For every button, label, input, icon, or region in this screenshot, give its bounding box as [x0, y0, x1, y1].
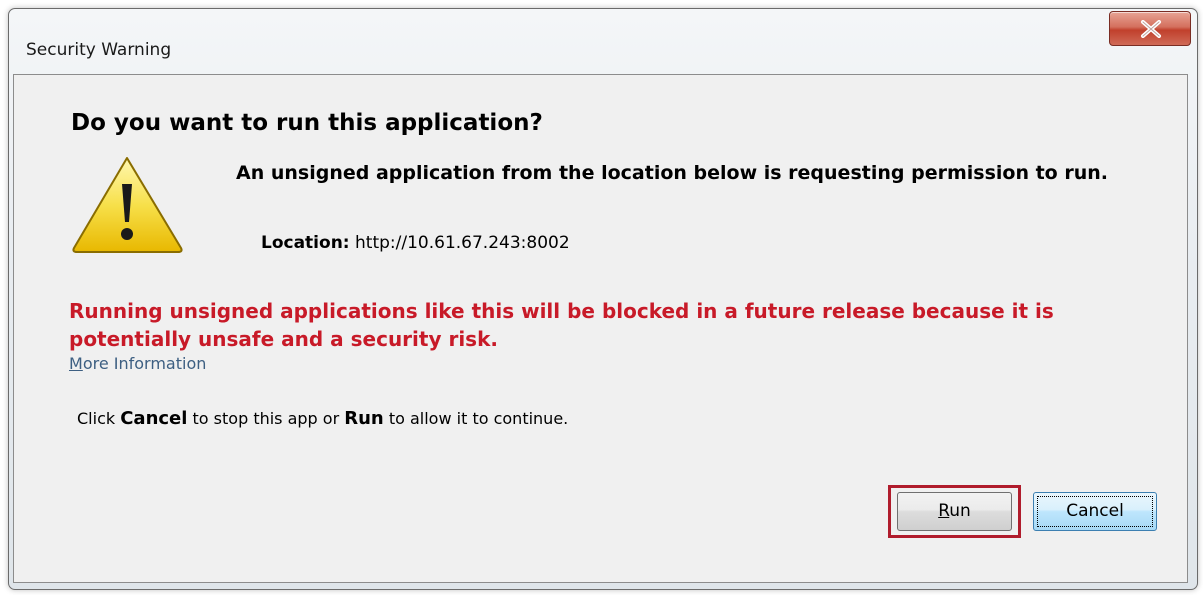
- instruction-text: Click Cancel to stop this app or Run to …: [77, 408, 568, 429]
- instruction-part1: Click: [77, 409, 121, 428]
- run-button[interactable]: Run: [897, 492, 1012, 531]
- warning-triangle-icon: [72, 157, 183, 253]
- instruction-part3: to allow it to continue.: [383, 409, 569, 428]
- window-title: Security Warning: [26, 40, 172, 60]
- run-access-key: R: [938, 501, 950, 521]
- location-row: Location: http://10.61.67.243:8002: [261, 233, 570, 253]
- cancel-button[interactable]: Cancel: [1033, 492, 1157, 531]
- more-info-text: ore Information: [82, 354, 207, 373]
- dialog-body: Do you want to run this application? An …: [13, 74, 1188, 583]
- instruction-run-word: Run: [344, 408, 384, 429]
- more-information-link[interactable]: More Information: [69, 354, 206, 373]
- request-message: An unsigned application from the locatio…: [236, 162, 1108, 184]
- dialog-heading: Do you want to run this application?: [71, 110, 543, 136]
- instruction-cancel-word: Cancel: [120, 408, 188, 429]
- cancel-button-label: Cancel: [1066, 501, 1124, 521]
- more-info-access-key: M: [69, 354, 83, 373]
- close-icon: [1141, 20, 1161, 38]
- run-label-rest: un: [949, 501, 971, 521]
- location-value: http://10.61.67.243:8002: [355, 233, 570, 253]
- close-button[interactable]: [1109, 11, 1191, 46]
- risk-warning: Running unsigned applications like this …: [69, 299, 1054, 351]
- security-warning-window: Security Warning Do you want to run this…: [8, 8, 1198, 590]
- run-button-label: Run: [938, 501, 971, 521]
- title-bar[interactable]: Security Warning: [9, 9, 1197, 73]
- location-label: Location:: [261, 233, 350, 253]
- instruction-part2: to stop this app or: [187, 409, 345, 428]
